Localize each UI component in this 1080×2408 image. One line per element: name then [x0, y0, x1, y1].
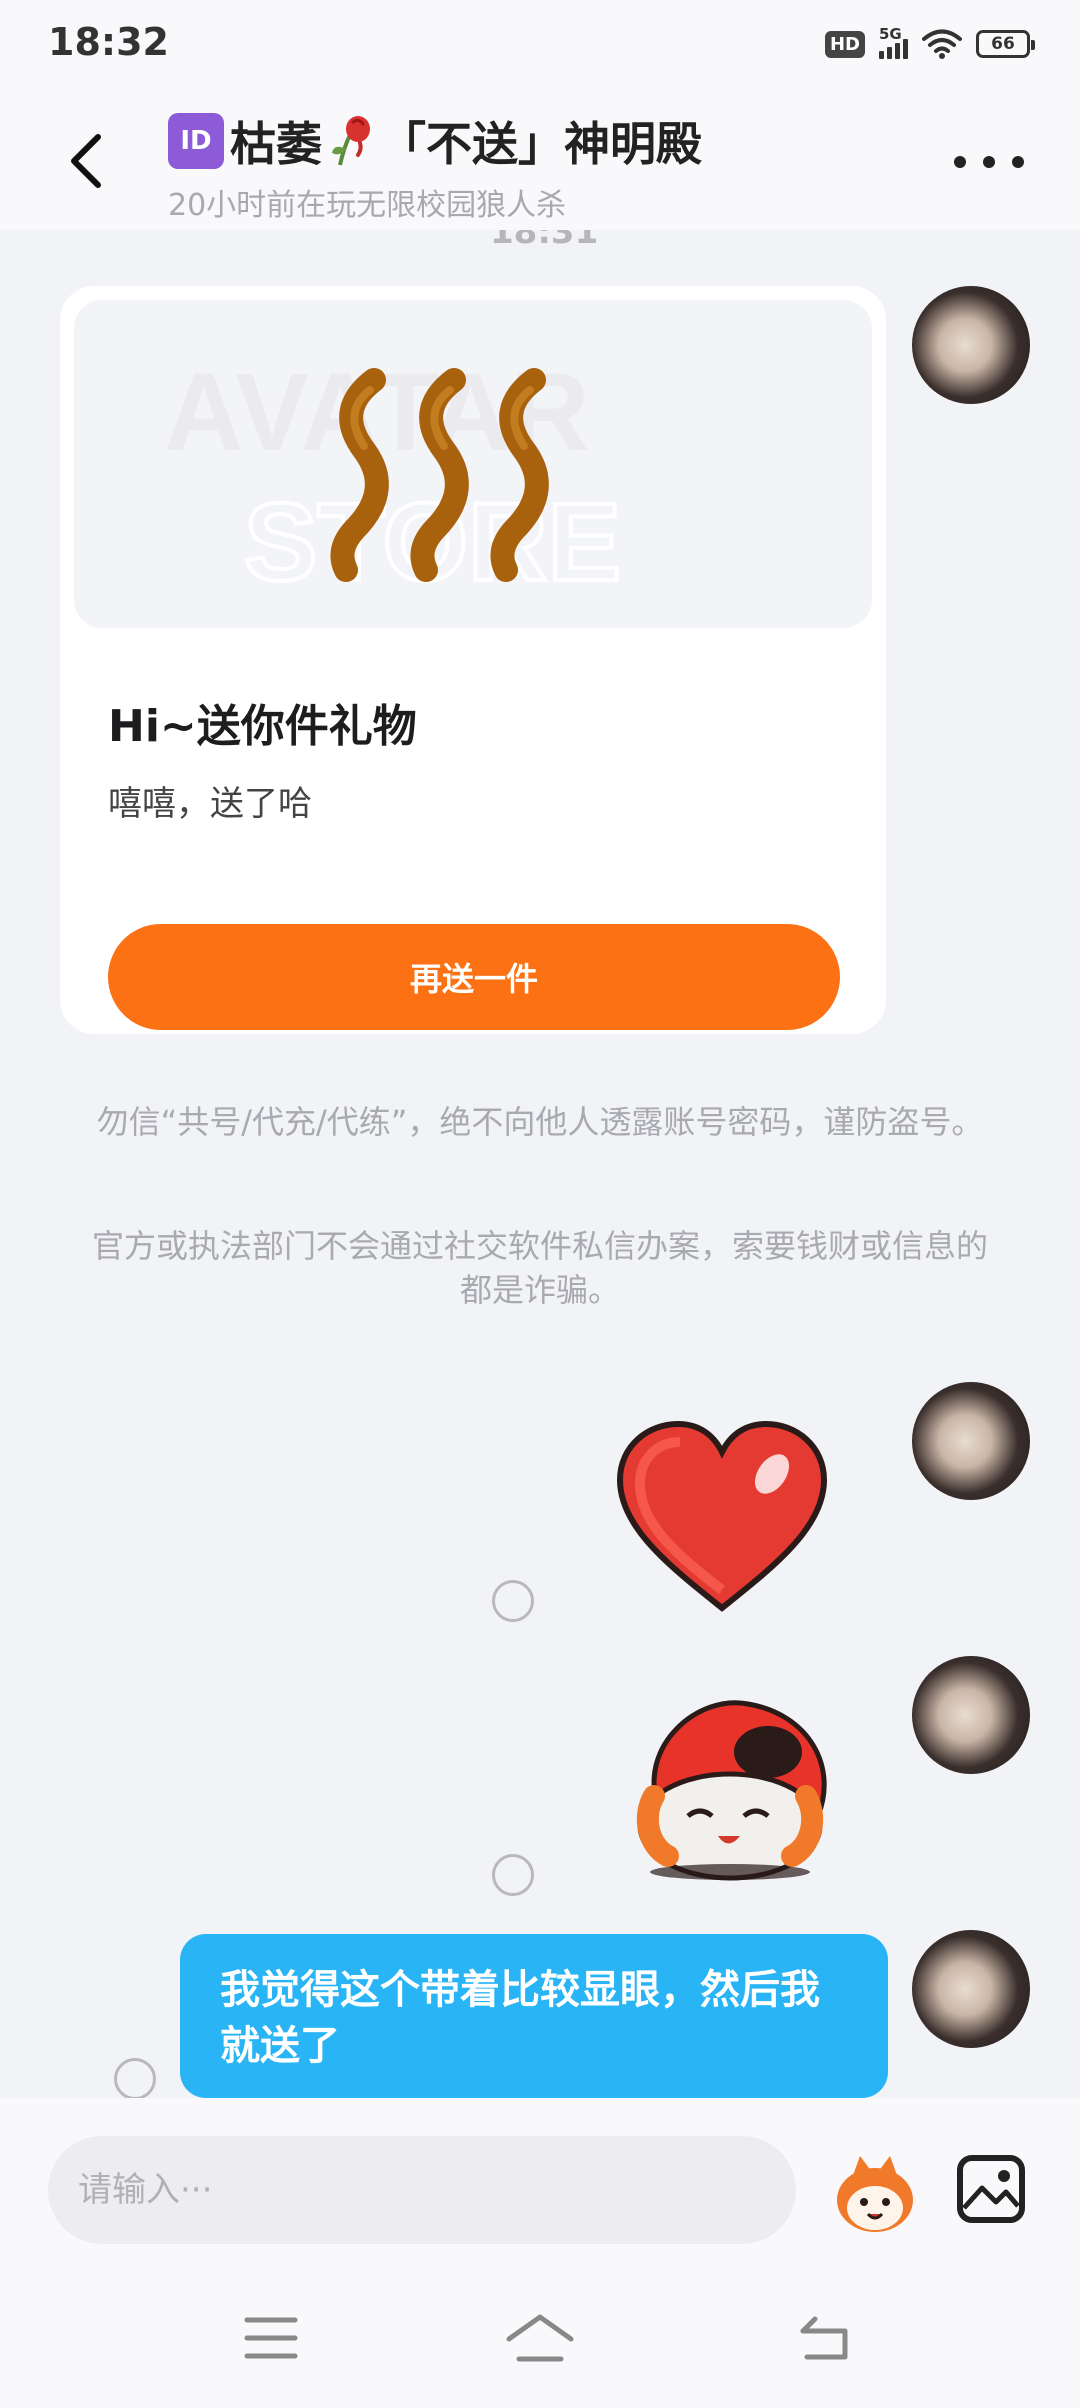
avatar[interactable] — [912, 1656, 1030, 1774]
menu-button[interactable] — [236, 2308, 306, 2368]
status-bar: 18:32 HD 5G 66 — [0, 0, 1080, 90]
home-button[interactable] — [505, 2308, 575, 2368]
network-label: 5G — [879, 25, 902, 43]
home-icon — [506, 2314, 574, 2362]
fraud-notice: 官方或执法部门不会通过社交软件私信办案，索要钱财或信息的都是诈骗。 — [91, 1227, 988, 1309]
avatar[interactable] — [912, 286, 1030, 404]
chat-title: ID 枯萎 「不送」神明殿 — [168, 108, 948, 174]
back-nav-icon — [800, 2316, 848, 2360]
wilted-rose-icon — [332, 116, 370, 166]
menu-icon — [244, 2317, 298, 2359]
read-status-icon — [492, 1854, 534, 1896]
status-time: 18:32 — [48, 20, 169, 64]
read-status-icon — [114, 2058, 156, 2098]
wifi-icon — [922, 29, 962, 59]
back-icon — [71, 134, 101, 188]
more-icon-dot — [954, 156, 966, 168]
security-notice: 勿信“共号/代充/代练”，绝不向他人透露账号密码，谨防盗号。 — [96, 1103, 984, 1141]
back-nav-button[interactable] — [790, 2308, 860, 2368]
message-timestamp: 18:31 — [490, 230, 599, 252]
hd-icon: HD — [824, 30, 865, 58]
status-icons: HD 5G 66 — [824, 24, 1035, 64]
read-status-icon — [492, 1580, 534, 1622]
image-icon[interactable] — [956, 2154, 1026, 2224]
heart-sticker[interactable] — [612, 1418, 832, 1618]
more-icon-dot — [1012, 156, 1024, 168]
id-badge: ID — [168, 113, 224, 169]
gift-title: Hi~送你件礼物 — [108, 701, 417, 752]
gift-banner: AVATAR STORE — [74, 300, 872, 628]
input-bar — [0, 2098, 1080, 2258]
chat-title-suffix: 「不送」神明殿 — [380, 117, 702, 171]
emoji-icon[interactable] — [830, 2148, 920, 2238]
chat-title-name: 枯萎 — [230, 117, 322, 171]
more-button[interactable] — [954, 142, 1024, 182]
character-sticker[interactable] — [618, 1686, 844, 1886]
gift-image: AVATAR STORE — [164, 351, 623, 606]
battery-icon: 66 — [976, 30, 1035, 58]
gift-message: 嘻嘻，送了哈 — [108, 784, 312, 824]
navigation-bar — [0, 2258, 1080, 2408]
back-button[interactable] — [56, 126, 116, 196]
text-message-bubble[interactable]: 我觉得这个带着比较显眼，然后我就送了 — [180, 1934, 888, 2098]
send-again-button[interactable]: 再送一件 — [108, 924, 840, 1030]
signal-icon: 5G — [879, 25, 908, 59]
chat-subtitle: 20小时前在玩无限校园狼人杀 — [168, 188, 567, 223]
avatar[interactable] — [912, 1930, 1030, 2048]
avatar[interactable] — [912, 1382, 1030, 1500]
message-input[interactable] — [48, 2136, 796, 2244]
more-icon-dot — [983, 156, 995, 168]
gift-card[interactable]: AVATAR STORE Hi~送你件礼物 嘻嘻，送了哈 再送一件 — [60, 286, 886, 1034]
chat-area[interactable]: 18:31 AVATAR STORE Hi~送你件礼物 嘻嘻，送了哈 再送一件 … — [0, 230, 1080, 2098]
chat-header: ID 枯萎 「不送」神明殿 20小时前在玩无限校园狼人杀 — [0, 90, 1080, 230]
battery-level: 66 — [991, 34, 1015, 54]
title-area[interactable]: ID 枯萎 「不送」神明殿 20小时前在玩无限校园狼人杀 — [168, 108, 948, 224]
